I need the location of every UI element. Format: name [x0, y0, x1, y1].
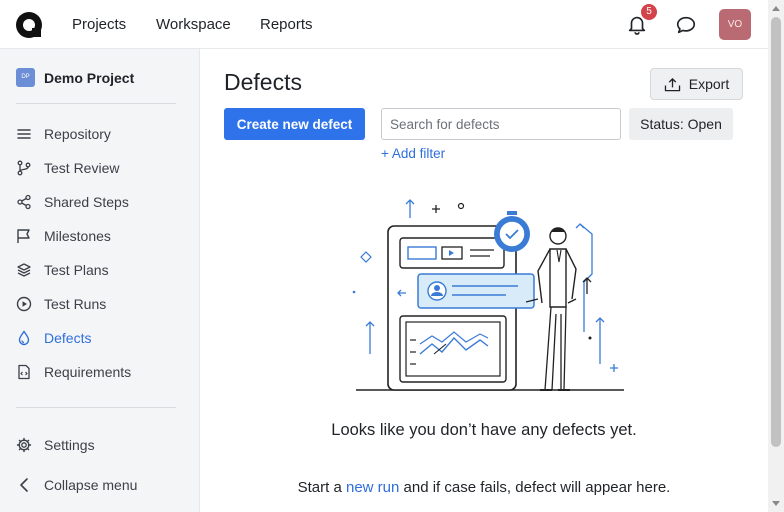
chevron-left-icon — [20, 478, 28, 492]
sidebar-item-label: Milestones — [44, 228, 111, 244]
chat-bubble-icon[interactable] — [675, 14, 697, 36]
main-content: Defects Export Create new defect Status:… — [200, 49, 768, 512]
sidebar-item-repository[interactable]: Repository — [16, 124, 111, 144]
sidebar-item-settings[interactable]: Settings — [16, 435, 95, 455]
app-logo-icon[interactable] — [15, 11, 43, 39]
gear-icon — [16, 437, 32, 453]
page-title: Defects — [224, 69, 302, 95]
layers-icon — [17, 263, 31, 277]
page-scrollbar[interactable] — [768, 0, 784, 512]
play-circle-icon — [16, 296, 32, 312]
export-icon — [664, 77, 680, 91]
export-label: Export — [688, 76, 730, 92]
project-name: Demo Project — [44, 69, 135, 86]
new-run-link[interactable]: new run — [346, 479, 399, 496]
status-filter-button[interactable]: Status: Open — [629, 108, 733, 140]
nav-workspace[interactable]: Workspace — [156, 16, 231, 33]
branch-icon — [17, 160, 31, 176]
sidebar-item-label: Test Plans — [44, 262, 109, 278]
repository-icon — [17, 129, 31, 139]
export-button[interactable]: Export — [650, 68, 743, 100]
collapse-menu-button[interactable]: Collapse menu — [16, 475, 137, 495]
empty-state-title: Looks like you don’t have any defects ye… — [331, 421, 637, 439]
empty-defects-illustration-icon — [352, 199, 624, 391]
scroll-up-arrow-icon[interactable] — [772, 6, 780, 11]
sidebar-item-label: Defects — [44, 330, 92, 346]
scroll-thumb[interactable] — [771, 17, 781, 447]
sidebar-item-shared-steps[interactable]: Shared Steps — [16, 192, 129, 212]
sidebar-item-test-review[interactable]: Test Review — [16, 158, 119, 178]
top-navigation-bar: Projects Workspace Reports 5 VO — [0, 0, 768, 49]
sidebar-item-label: Test Review — [44, 160, 120, 176]
nav-reports[interactable]: Reports — [260, 16, 313, 33]
nav-projects[interactable]: Projects — [72, 16, 126, 33]
flag-icon — [17, 229, 30, 243]
sidebar-item-milestones[interactable]: Milestones — [16, 226, 111, 246]
add-filter-link[interactable]: + Add filter — [381, 146, 445, 161]
sidebar-item-label: Shared Steps — [44, 194, 129, 210]
sidebar-item-label: Settings — [44, 437, 95, 453]
share-icon — [17, 194, 31, 210]
project-badge: DP — [16, 68, 35, 87]
sidebar-item-defects[interactable]: Defects — [16, 328, 91, 348]
sidebar-item-test-runs[interactable]: Test Runs — [16, 294, 106, 314]
sidebar-item-label: Test Runs — [44, 296, 107, 312]
sidebar-divider — [16, 103, 176, 104]
sidebar-item-label: Requirements — [44, 364, 132, 380]
sidebar-divider — [16, 407, 176, 408]
project-selector[interactable]: DP Demo Project — [16, 68, 134, 87]
sidebar-item-label: Repository — [44, 126, 111, 142]
empty-sub-text-start: Start a — [297, 479, 342, 496]
sidebar-item-requirements[interactable]: Requirements — [16, 362, 131, 382]
search-defects-input[interactable] — [381, 108, 621, 140]
empty-state-subtitle: Start a new run and if case fails, defec… — [200, 479, 768, 496]
document-code-icon — [18, 364, 30, 380]
notification-count-badge: 5 — [641, 4, 657, 20]
scroll-down-arrow-icon[interactable] — [772, 501, 780, 506]
sidebar: DP Demo Project Repository Test Review S… — [0, 49, 200, 512]
sidebar-item-label: Collapse menu — [44, 477, 138, 493]
create-new-defect-button[interactable]: Create new defect — [224, 108, 365, 140]
user-avatar[interactable]: VO — [719, 9, 751, 40]
empty-sub-text-end: and if case fails, defect will appear he… — [403, 479, 671, 496]
sidebar-item-test-plans[interactable]: Test Plans — [16, 260, 109, 280]
bug-drop-icon — [18, 330, 30, 346]
